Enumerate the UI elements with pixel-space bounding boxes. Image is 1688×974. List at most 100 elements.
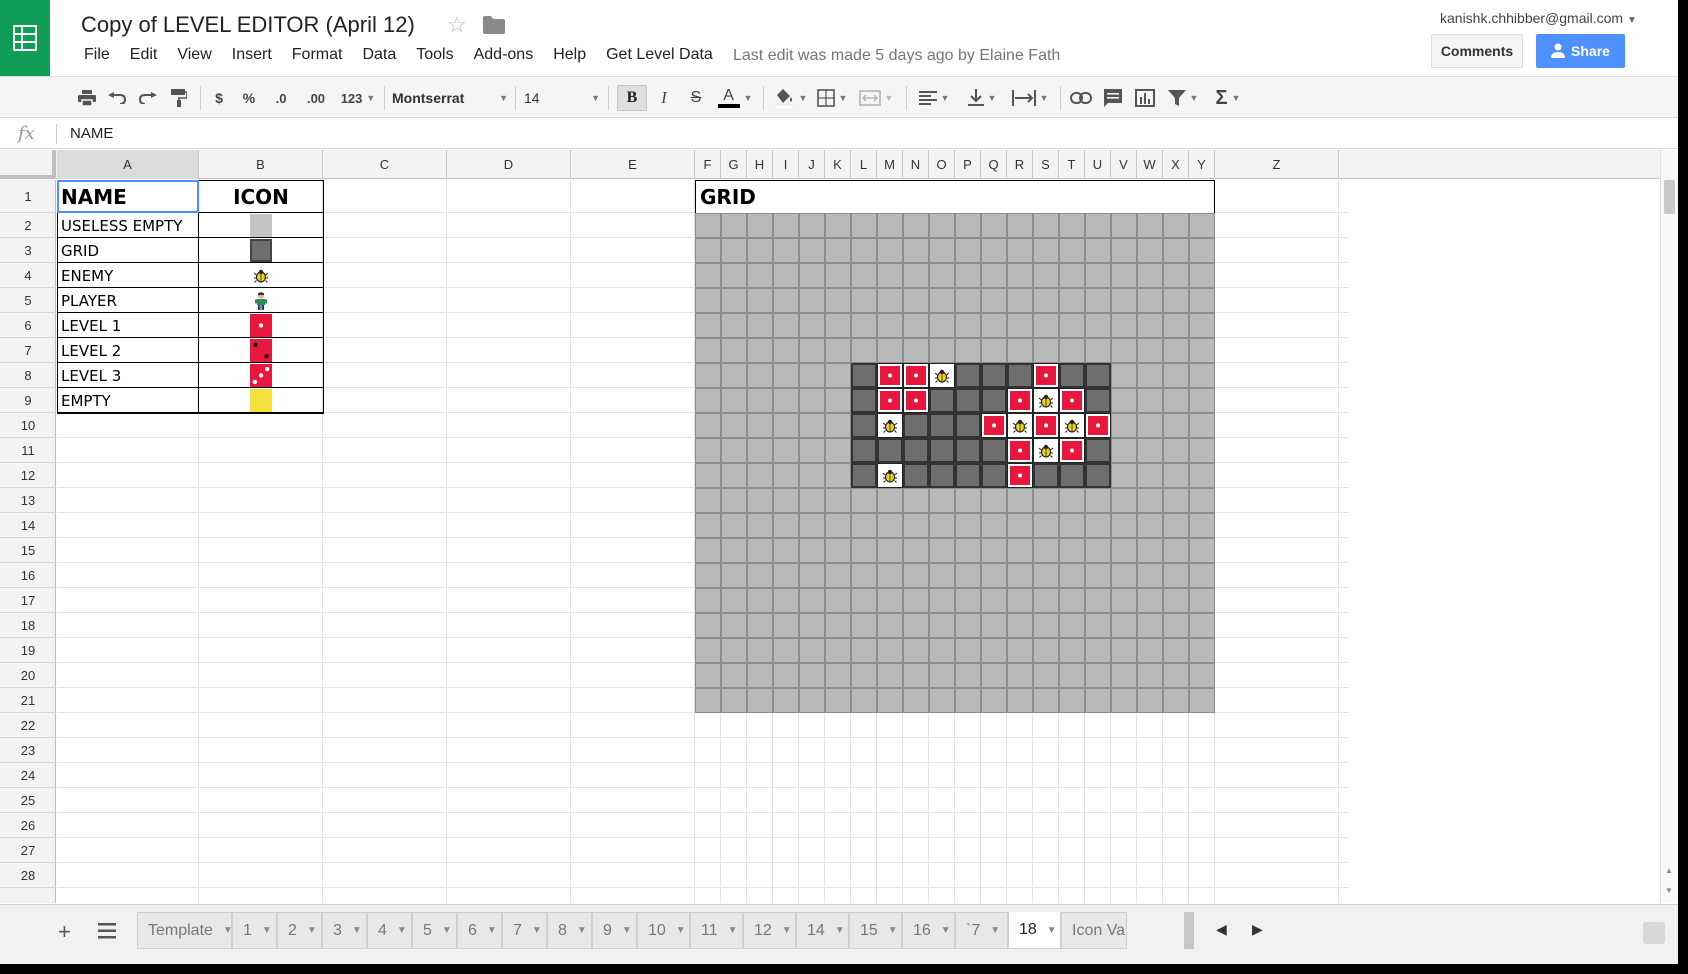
grid-cell[interactable] (799, 238, 825, 263)
horizontal-align-button[interactable]: ▼ (914, 85, 954, 111)
grid-cell-level-1[interactable] (903, 363, 929, 388)
grid-cell[interactable] (1007, 213, 1033, 238)
grid-cell[interactable] (955, 213, 981, 238)
grid-cell[interactable] (981, 313, 1007, 338)
grid-cell[interactable] (695, 238, 721, 263)
column-header-l[interactable]: L (851, 150, 877, 179)
grid-cell[interactable] (747, 388, 773, 413)
grid-cell[interactable] (955, 238, 981, 263)
column-header-o[interactable]: O (929, 150, 955, 179)
grid-cell[interactable] (1007, 588, 1033, 613)
grid-cell[interactable] (1189, 538, 1215, 563)
document-title[interactable]: Copy of LEVEL EDITOR (April 12) (81, 12, 415, 38)
grid-cell[interactable] (825, 363, 851, 388)
grid-cell[interactable] (1007, 238, 1033, 263)
grid-cell[interactable] (721, 413, 747, 438)
grid-cell[interactable] (825, 288, 851, 313)
grid-cell[interactable] (903, 563, 929, 588)
grid-cell[interactable] (981, 488, 1007, 513)
grid-cell[interactable] (877, 313, 903, 338)
grid-cell[interactable] (695, 438, 721, 463)
grid-cell[interactable] (1111, 613, 1137, 638)
grid-cell[interactable] (721, 463, 747, 488)
grid-cell[interactable] (799, 413, 825, 438)
italic-button[interactable]: I (651, 85, 677, 111)
grid-cell[interactable] (695, 638, 721, 663)
grid-cell[interactable] (747, 238, 773, 263)
grid-cell[interactable] (747, 413, 773, 438)
grid-cell[interactable] (773, 463, 799, 488)
grid-cell-level-1[interactable] (1007, 438, 1033, 463)
row-header-21[interactable]: 21 (0, 688, 56, 713)
grid-cell[interactable] (981, 213, 1007, 238)
grid-cell-dark[interactable] (1085, 438, 1111, 463)
grid-cell-dark[interactable] (877, 438, 903, 463)
grid-cell[interactable] (877, 288, 903, 313)
grid-cell[interactable] (1137, 288, 1163, 313)
sheets-logo-icon[interactable] (0, 0, 50, 76)
account-menu[interactable]: kanishk.chhibber@gmail.com ▼ (1440, 10, 1637, 26)
grid-cell[interactable] (1137, 213, 1163, 238)
grid-cell[interactable] (1059, 513, 1085, 538)
grid-cell[interactable] (799, 638, 825, 663)
column-header-m[interactable]: M (877, 150, 903, 179)
legend-icon-bug[interactable] (199, 263, 323, 288)
grid-cell[interactable] (1111, 213, 1137, 238)
grid-cell[interactable] (929, 288, 955, 313)
chevron-down-icon[interactable]: ▼ (1047, 925, 1057, 936)
comments-button[interactable]: Comments (1431, 34, 1523, 68)
grid-cell[interactable] (1189, 513, 1215, 538)
sheet-tab-16[interactable]: 16 ▼ (902, 912, 955, 949)
grid-cell[interactable] (1033, 588, 1059, 613)
grid-cell-level-1[interactable] (981, 413, 1007, 438)
grid-cell[interactable] (1033, 613, 1059, 638)
legend-item-name[interactable]: ENEMY (61, 263, 197, 288)
grid-cell[interactable] (1111, 238, 1137, 263)
chevron-down-icon[interactable]: ▼ (352, 925, 362, 936)
active-cell-a1[interactable] (57, 180, 199, 213)
row-header-24[interactable]: 24 (0, 763, 56, 788)
grid-cell[interactable] (1033, 538, 1059, 563)
grid-cell[interactable] (1111, 313, 1137, 338)
column-header-z[interactable]: Z (1215, 150, 1339, 179)
row-header-17[interactable]: 17 (0, 588, 56, 613)
grid-cell[interactable] (825, 638, 851, 663)
grid-cell[interactable] (1111, 363, 1137, 388)
grid-cell[interactable] (1085, 488, 1111, 513)
chevron-down-icon[interactable]: ▼ (262, 925, 272, 936)
grid-cell[interactable] (877, 238, 903, 263)
grid-cell-level-1[interactable] (1007, 463, 1033, 488)
share-button[interactable]: Share (1536, 34, 1625, 68)
grid-cell[interactable] (721, 538, 747, 563)
grid-cell-level-1[interactable] (1085, 413, 1111, 438)
grid-cell[interactable] (851, 688, 877, 713)
grid-cell[interactable] (1007, 663, 1033, 688)
increase-decimal-button[interactable]: .00 (300, 85, 332, 111)
grid-cell[interactable] (1111, 438, 1137, 463)
legend-item-name[interactable]: USELESS EMPTY (61, 213, 197, 238)
column-header-w[interactable]: W (1137, 150, 1163, 179)
grid-cell[interactable] (1137, 613, 1163, 638)
column-header-e[interactable]: E (571, 150, 695, 179)
grid-cell[interactable] (721, 663, 747, 688)
grid-cell-enemy[interactable] (1033, 388, 1059, 413)
grid-cell[interactable] (955, 638, 981, 663)
grid-cell[interactable] (773, 413, 799, 438)
row-header-20[interactable]: 20 (0, 663, 56, 688)
chevron-down-icon[interactable]: ▼ (577, 925, 587, 936)
fill-color-button[interactable]: ▼ (772, 85, 808, 111)
menu-insert[interactable]: Insert (222, 46, 282, 64)
chevron-down-icon[interactable]: ▼ (990, 925, 1000, 936)
grid-cell[interactable] (773, 363, 799, 388)
row-header-10[interactable]: 10 (0, 413, 56, 438)
sheet-tab-15[interactable]: 15 ▼ (849, 912, 902, 949)
row-header-14[interactable]: 14 (0, 513, 56, 538)
grid-cell[interactable] (981, 338, 1007, 363)
grid-cell[interactable] (903, 288, 929, 313)
grid-cell[interactable] (1189, 213, 1215, 238)
menu-addons[interactable]: Add-ons (464, 46, 544, 64)
vertical-scrollbar[interactable]: ▲ ▼ (1660, 150, 1678, 903)
row-header-7[interactable]: 7 (0, 338, 56, 363)
grid-cell[interactable] (1085, 663, 1111, 688)
grid-cell-dark[interactable] (903, 413, 929, 438)
